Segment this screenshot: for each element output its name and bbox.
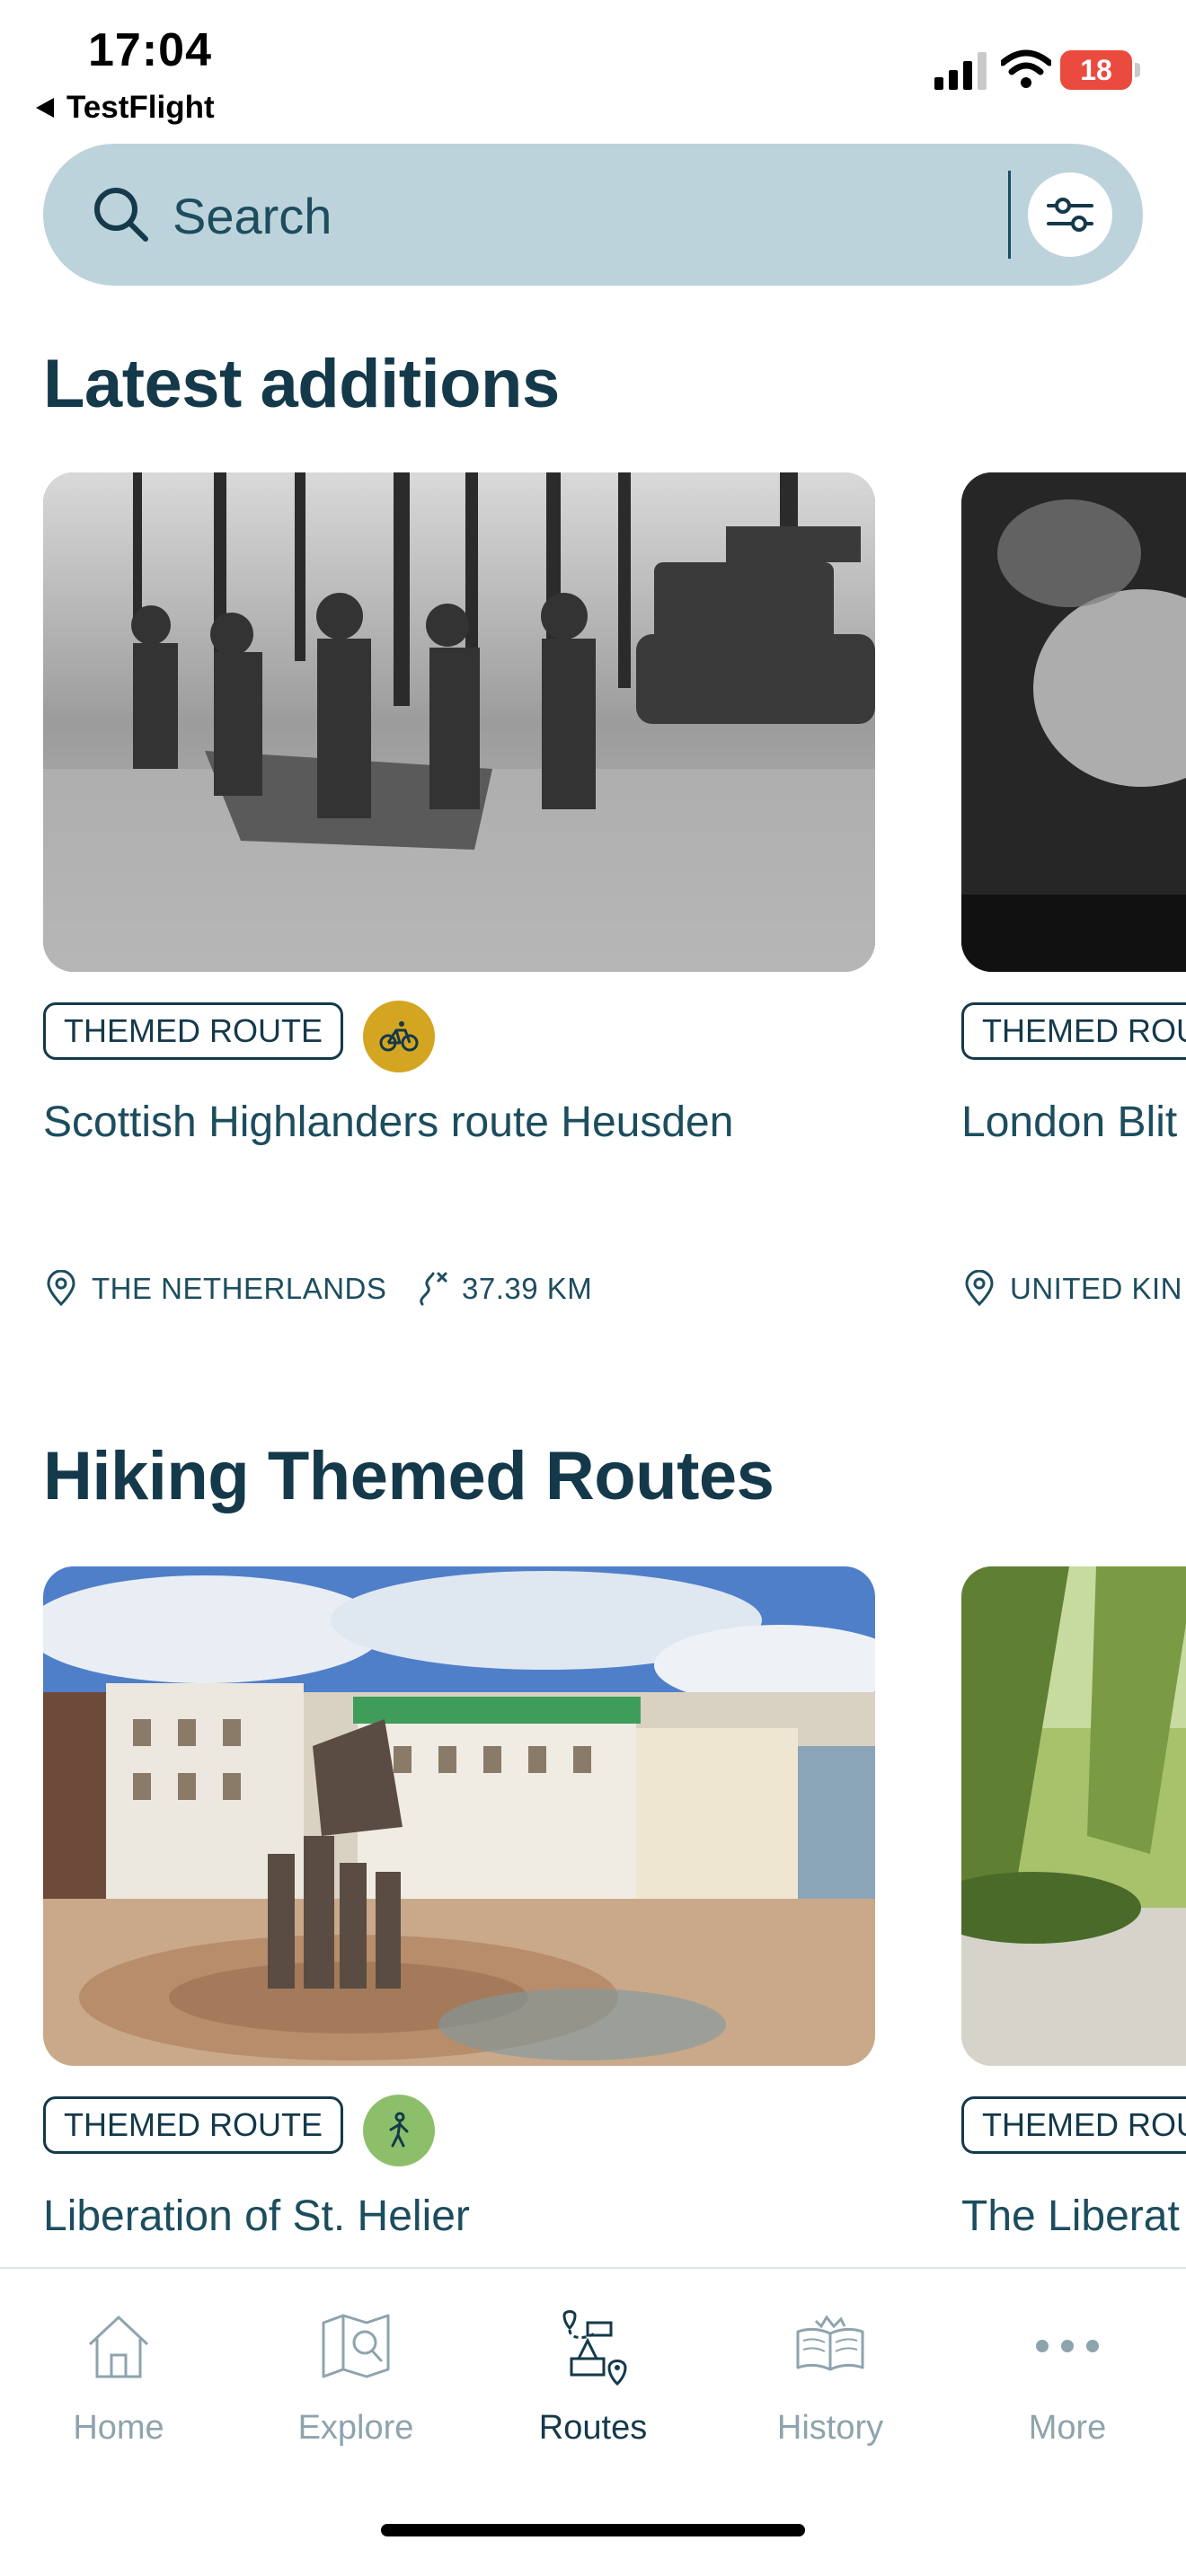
route-title[interactable]: The Liberat [961, 2192, 1180, 2241]
route-distance-icon [420, 1272, 447, 1306]
open-book-icon [796, 2315, 864, 2371]
tab-routes[interactable]: Routes [503, 2305, 683, 2484]
route-location-text: THE NETHERLANDS [92, 1272, 387, 1305]
route-card-image[interactable] [43, 1566, 875, 2066]
themed-route-badge: THEMED ROU [961, 2096, 1186, 2154]
battery-percent: 18 [1080, 53, 1112, 86]
home-indicator[interactable] [381, 2524, 805, 2536]
route-location-text: UNITED KIN [1010, 1272, 1183, 1305]
tab-label: More [1028, 2409, 1107, 2447]
bicycle-icon [379, 1021, 419, 1052]
london-blitz-photo [961, 472, 1186, 972]
tab-label: Routes [538, 2409, 648, 2447]
status-time: 17:04 [88, 24, 212, 76]
themed-route-badge: THEMED ROUTE [43, 1002, 343, 1060]
cycling-mode-badge [363, 1001, 435, 1072]
back-to-testflight-button[interactable]: TestFlight [36, 90, 215, 126]
route-title[interactable]: London Blit [961, 1098, 1177, 1147]
home-icon [88, 2316, 149, 2378]
location-pin-icon [47, 1270, 75, 1307]
route-distance: 37.39 KM [413, 1270, 592, 1308]
more-dots-icon [1036, 2340, 1099, 2352]
route-distance-text: 37.39 KM [462, 1272, 593, 1305]
tab-label: Explore [297, 2409, 414, 2447]
route-card-image[interactable] [961, 1566, 1186, 2066]
filter-button[interactable] [1028, 172, 1112, 257]
themed-route-badge: THEMED ROU [961, 1002, 1186, 1060]
search-divider [1008, 171, 1011, 259]
themed-route-badge: THEMED ROUTE [43, 2096, 343, 2154]
tab-label: Home [73, 2409, 164, 2447]
section-title-latest-additions: Latest additions [43, 346, 560, 422]
route-card-image[interactable] [43, 472, 875, 972]
tab-history[interactable]: History [740, 2305, 920, 2484]
tab-explore[interactable]: Explore [266, 2305, 446, 2484]
section-title-hiking-themed-routes: Hiking Themed Routes [43, 1438, 774, 1514]
map-search-icon [322, 2314, 390, 2378]
search-bar[interactable]: Search [43, 144, 1143, 286]
hiking-mode-badge [363, 2095, 435, 2166]
tab-label: History [776, 2409, 884, 2447]
tab-home[interactable]: Home [29, 2305, 208, 2484]
battery-indicator: 18 [1060, 50, 1141, 90]
battery-level: 18 [1060, 50, 1132, 90]
route-card-image[interactable] [961, 472, 1186, 972]
st-helier-square-photo [43, 1566, 875, 2066]
route-location: UNITED KIN [961, 1270, 1182, 1308]
sliders-icon [1047, 198, 1093, 232]
route-title[interactable]: Scottish Highlanders route Heusden [43, 1098, 733, 1147]
route-location: THE NETHERLANDS [43, 1270, 386, 1308]
cellular-signal-icon [934, 52, 987, 90]
search-input[interactable]: Search [173, 187, 332, 245]
battery-cap [1135, 63, 1140, 77]
search-icon [94, 188, 148, 242]
back-app-label: TestFlight [66, 90, 215, 125]
walking-icon [389, 2112, 409, 2148]
routes-screen: 17:04 TestFlight 18 Search Latest additi… [0, 0, 1186, 2576]
tab-more[interactable]: More [978, 2305, 1157, 2484]
route-icon [562, 2310, 627, 2386]
back-arrow-icon [36, 98, 54, 118]
location-pin-icon [965, 1270, 994, 1307]
forest-path-photo [961, 1566, 1186, 2066]
route-title[interactable]: Liberation of St. Helier [43, 2192, 470, 2241]
wifi-icon [1001, 49, 1051, 88]
ww2-soldiers-photo [43, 472, 875, 972]
